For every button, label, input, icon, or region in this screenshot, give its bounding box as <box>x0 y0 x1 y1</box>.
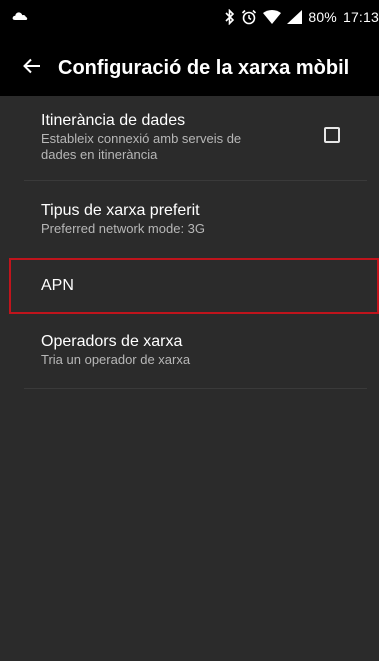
pref-data-roaming[interactable]: Itinerància de dades Estableix connexió … <box>0 96 379 180</box>
pref-summary-operators: Tria un operador de xarxa <box>41 352 191 367</box>
pref-title-network-type: Tipus de xarxa preferit <box>41 202 200 219</box>
back-button[interactable] <box>12 48 52 88</box>
pref-title-apn: APN <box>41 277 74 294</box>
alarm-icon <box>241 9 257 25</box>
pref-title-roaming: Itinerància de dades <box>41 112 186 129</box>
pref-title-operators: Operadors de xarxa <box>41 333 183 350</box>
divider <box>24 388 367 389</box>
pref-summary-roaming-line2: dades en itinerància <box>41 147 158 162</box>
preferences-list: Itinerància de dades Estableix connexió … <box>0 96 379 661</box>
app-bar: Configuració de la xarxa mòbil <box>0 40 379 96</box>
wifi-icon <box>263 10 282 24</box>
clock: 17:13 <box>342 9 379 25</box>
screen: 80% 17:13 Configuració de la xarxa mòbil… <box>0 0 379 661</box>
pref-apn[interactable]: APN <box>9 258 379 314</box>
page-title: Configuració de la xarxa mòbil <box>58 56 350 79</box>
pref-network-type[interactable]: Tipus de xarxa preferit Preferred networ… <box>0 181 379 254</box>
arrow-left-icon <box>23 58 41 79</box>
cell-signal-icon <box>287 10 303 24</box>
bluetooth-icon <box>225 9 235 25</box>
pref-summary-network-type: Preferred network mode: 3G <box>41 221 206 236</box>
pref-network-operators[interactable]: Operadors de xarxa Tria un operador de x… <box>0 332 379 386</box>
status-icons: 80% 17:13 <box>225 8 379 26</box>
battery-percentage: 80% <box>308 9 337 25</box>
cloud-icon <box>12 8 28 20</box>
status-bar: 80% 17:13 <box>0 0 379 40</box>
roaming-checkbox[interactable] <box>324 127 340 143</box>
pref-summary-roaming-line1: Estableix connexió amb serveis de <box>41 131 242 146</box>
